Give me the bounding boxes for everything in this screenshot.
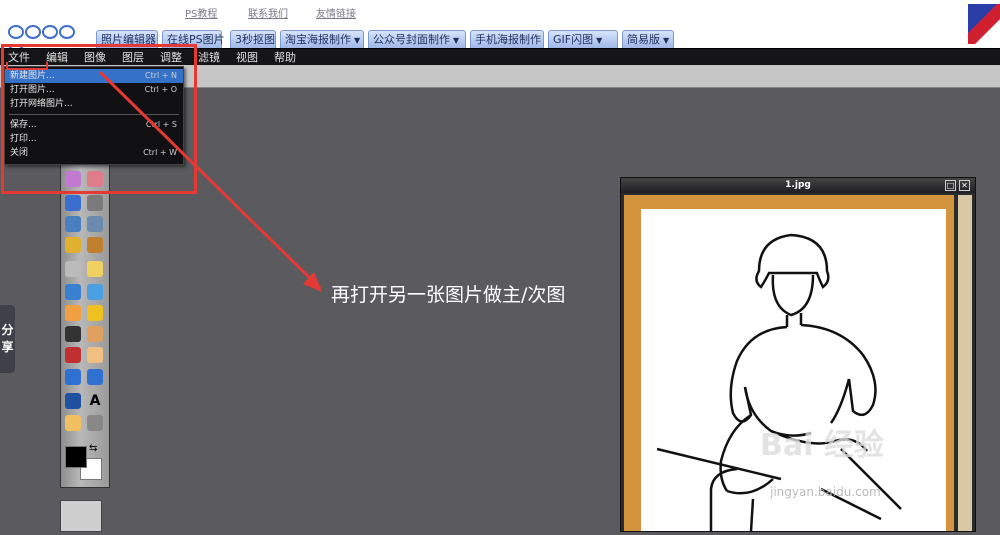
annotation-arrow [98,70,322,292]
annotation-text: 再打开另一张图片做主/次图 [331,284,566,306]
